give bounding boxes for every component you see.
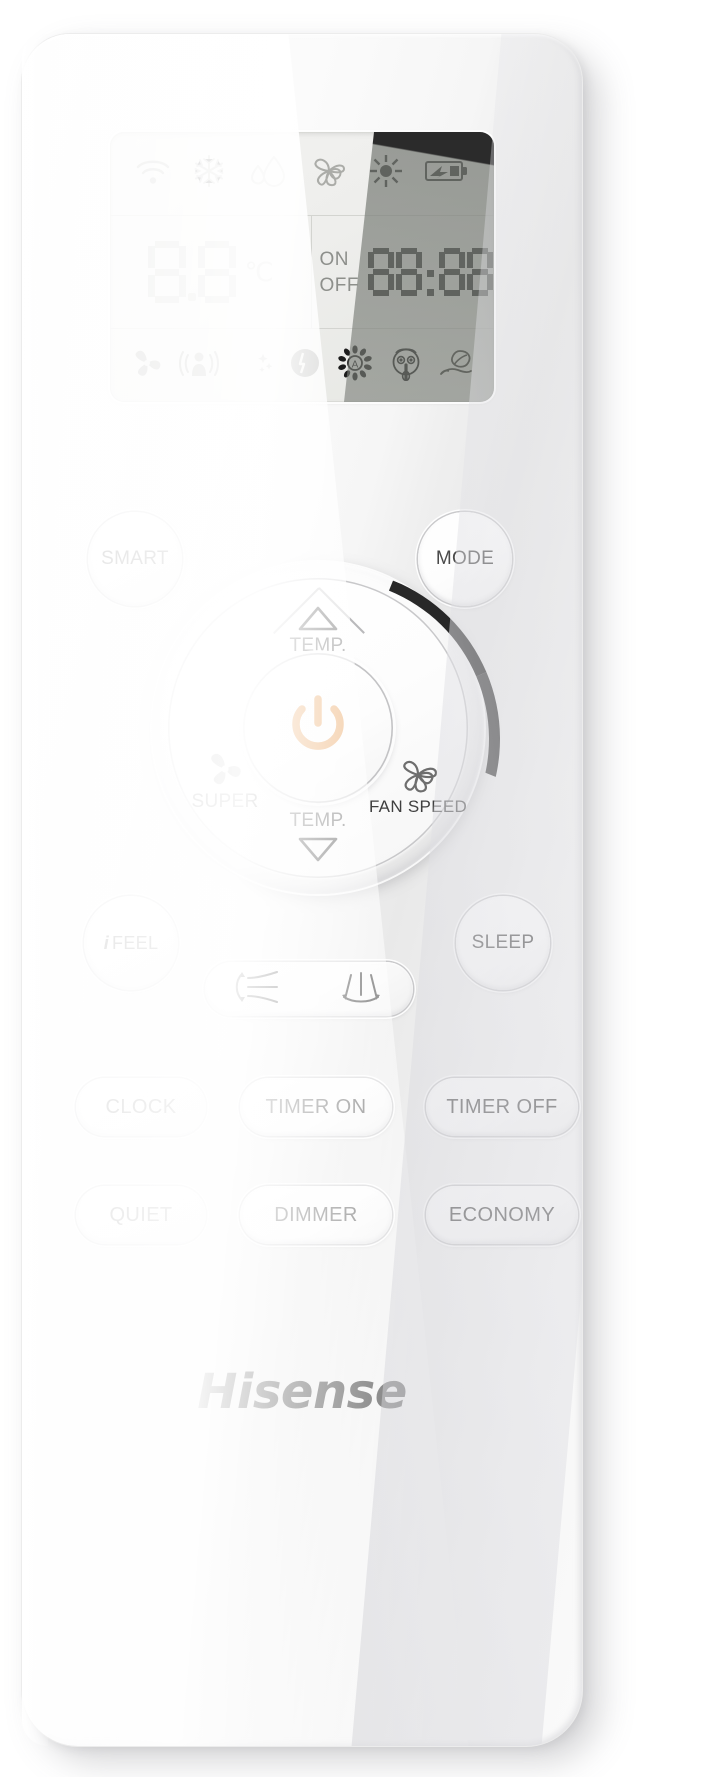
lcd-status-icon-row	[110, 132, 494, 216]
clock-button[interactable]: CLOCK	[76, 1078, 206, 1136]
lcd-timer-off-label: OFF	[319, 274, 359, 296]
ifeel-button-i-label: i	[103, 932, 110, 953]
ifeel-button-label: FEEL	[112, 932, 159, 953]
sleep-button[interactable]: SLEEP	[456, 896, 550, 990]
fan-speed-label: FAN SPEED	[368, 797, 468, 816]
lcd-temp-digits	[147, 241, 237, 303]
vertical-swing-button[interactable]	[231, 969, 283, 1010]
economy-button[interactable]: ECONOMY	[426, 1186, 578, 1244]
quiet-icon	[389, 345, 423, 386]
wifi-icon	[135, 156, 171, 191]
mode-button-label: MODE	[435, 548, 495, 569]
economy-button-label: ECONOMY	[448, 1203, 556, 1226]
snowflake-cool-icon	[192, 154, 226, 193]
smart-button-label: SMART	[101, 548, 169, 569]
remote-control-body: ℃ ON OFF A SMART MODE TEMP. TEMP. SUPER …	[22, 34, 582, 1746]
super-button-label: SUPER	[191, 791, 259, 812]
economy-icon	[438, 347, 474, 384]
mode-button[interactable]: MODE	[418, 512, 512, 606]
battery-icon	[425, 158, 469, 189]
fan-speed-icon	[403, 760, 438, 793]
lcd-temperature-area: ℃	[110, 216, 312, 328]
clock-button-label: CLOCK	[105, 1095, 177, 1118]
brand-logo-text: Hisense	[197, 1364, 407, 1420]
lcd-timer-on-label: ON	[319, 248, 349, 270]
auto-fan-icon: A	[337, 345, 373, 386]
smart-button[interactable]: SMART	[88, 512, 182, 606]
ifeel-button[interactable]: i FEEL	[84, 896, 178, 990]
sleep-button-label: SLEEP	[471, 932, 535, 953]
temp-down-button[interactable]: TEMP.	[152, 810, 484, 863]
super-turbo-icon	[211, 753, 241, 785]
brand-logo: Hisense	[22, 1364, 582, 1420]
body-edge-highlight	[22, 34, 48, 1746]
triangle-down-icon	[298, 837, 338, 862]
timer-off-button[interactable]: TIMER OFF	[426, 1078, 578, 1136]
lcd-timer-digits	[367, 248, 494, 296]
power-button[interactable]	[243, 653, 393, 803]
dimmer-button-label: DIMMER	[274, 1203, 358, 1226]
svg-text:A: A	[352, 360, 359, 371]
ifeel-icon	[179, 346, 220, 385]
power-icon	[292, 695, 344, 750]
lcd-display: ℃ ON OFF A	[110, 132, 494, 402]
lcd-timer-area: ON OFF	[312, 216, 495, 328]
fan-icon	[310, 154, 348, 193]
clock-icon	[288, 346, 322, 385]
directional-control-pad: TEMP. TEMP. SUPER FAN SPEED	[152, 562, 484, 894]
super-turbo-icon	[130, 346, 164, 385]
vertical-swing-icon	[235, 970, 278, 1003]
temp-down-label: TEMP.	[289, 810, 347, 831]
triangle-up-icon	[298, 606, 338, 631]
swing-button-bar[interactable]	[205, 962, 413, 1016]
quiet-button[interactable]: QUIET	[76, 1186, 206, 1244]
timer-off-button-label: TIMER OFF	[446, 1095, 558, 1118]
timer-on-button-label: TIMER ON	[265, 1095, 367, 1118]
lcd-temp-unit: ℃	[244, 256, 274, 287]
timer-on-button[interactable]: TIMER ON	[240, 1078, 392, 1136]
sun-heat-icon	[369, 154, 403, 193]
temp-up-button[interactable]: TEMP.	[152, 604, 484, 657]
lcd-function-icon-row: A	[110, 328, 494, 402]
quiet-button-label: QUIET	[109, 1203, 173, 1226]
horizontal-swing-icon	[342, 971, 380, 1002]
dimmer-button[interactable]: DIMMER	[240, 1186, 392, 1244]
horizontal-swing-button[interactable]	[335, 969, 387, 1010]
sleep-moon-icon	[235, 346, 273, 385]
water-drop-dry-icon	[248, 154, 288, 193]
